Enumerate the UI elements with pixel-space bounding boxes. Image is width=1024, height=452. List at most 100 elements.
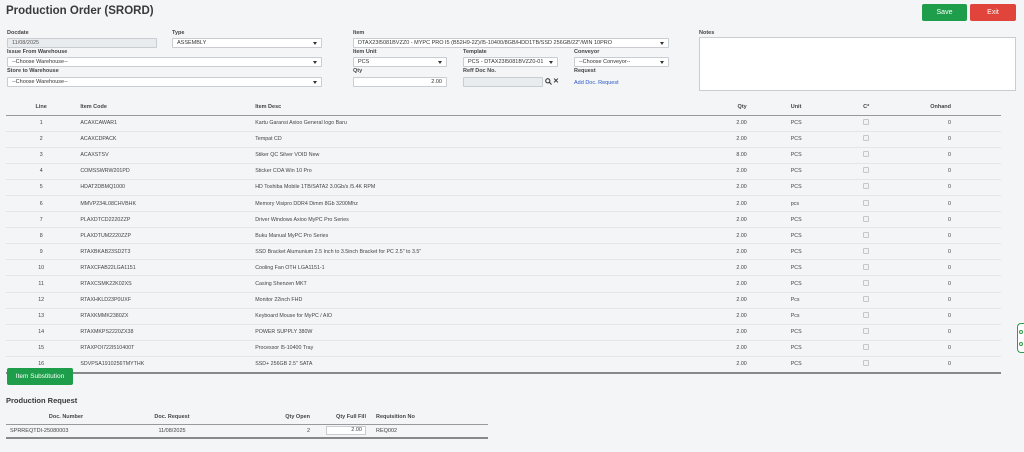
c-cell [843, 292, 902, 309]
dropdown-caret-icon [313, 42, 317, 45]
request-label: Request [574, 68, 596, 74]
item-code-cell: RTAXKMMK2380ZX [76, 308, 252, 325]
side-panel-tab[interactable] [1017, 323, 1024, 353]
exit-button[interactable]: Exit [970, 4, 1016, 21]
onhand-cell: 0 [901, 259, 1001, 277]
qty-input[interactable]: 2.00 [353, 77, 447, 87]
row-checkbox[interactable] [863, 247, 870, 254]
table-row[interactable]: 16 SDVPSA1910256TMYTHK SSD+ 256GB 2.5" SAT… [6, 356, 1001, 374]
table-row[interactable]: 11 RTAXCSMK22K02XS Casing Shenzen MKT 2.00 P… [6, 275, 1001, 293]
col-qty-open: Qty Open [218, 411, 314, 425]
row-checkbox[interactable] [863, 328, 870, 335]
page-title: Production Order (SRORD) [6, 5, 154, 17]
item-desc-cell: Buku Manual MyPC Pro Series [251, 227, 706, 245]
table-row[interactable]: 4 COMSSWRW201PD Sticker COA Win 10 Pro 2.00… [6, 163, 1001, 180]
onhand-cell: 0 [901, 195, 1001, 213]
item-desc-cell: SSD Bracket Alumunium 2.5 Inch to 3.5inc… [251, 243, 706, 261]
items-table-header: Line Item Code Item Desc Qty Unit C* Onh… [6, 100, 1001, 116]
item-desc-cell: Keyboard Mouse for MyPC / AIO [251, 308, 706, 325]
notes-textarea[interactable] [699, 37, 1016, 91]
col-requisition-no: Requisition No [370, 411, 488, 425]
unit-cell: pcs [750, 195, 844, 213]
item-select[interactable]: DTAX23I5081BVZZ0 - MYPC PRO I5 (B52H9-2Z… [353, 38, 669, 48]
table-row[interactable]: 13 RTAXKMMK2380ZX Keyboard Mouse for MyPC … [6, 308, 1001, 325]
conveyor-select[interactable]: --Choose Conveyor-- [574, 57, 669, 67]
template-select[interactable]: PCS - DTAX23I5081BVZZ0-01 [463, 57, 558, 67]
row-checkbox[interactable] [863, 344, 870, 351]
line-cell: 6 [6, 195, 77, 213]
reff-doc-no-input[interactable] [463, 77, 543, 87]
row-checkbox[interactable] [863, 296, 870, 303]
add-doc-request-link[interactable]: Add Doc. Request [574, 80, 619, 86]
row-checkbox[interactable] [863, 135, 870, 142]
items-table: Line Item Code Item Desc Qty Unit C* Onh… [6, 100, 1001, 374]
table-row[interactable]: 1 ACAXCAWAR1 Kartu Garansi Axioo General l… [6, 115, 1001, 132]
side-tab-dot-icon [1019, 342, 1023, 346]
table-row[interactable]: 15 RTAXPOI722I510400T Processor I5-10400 T… [6, 340, 1001, 357]
line-cell: 3 [6, 147, 77, 164]
row-checkbox[interactable] [863, 263, 870, 270]
type-select[interactable]: ASSEMBLY [172, 38, 322, 48]
unit-cell: PCS [750, 179, 844, 196]
production-request-title: Production Request [6, 396, 78, 405]
store-to-warehouse-select[interactable]: --Choose Warehouse-- [7, 77, 322, 87]
issue-from-warehouse-select[interactable]: --Choose Warehouse-- [7, 57, 322, 67]
c-cell [843, 275, 902, 293]
item-desc-cell: Monitor 22inch FHD [251, 292, 706, 309]
onhand-cell: 0 [901, 179, 1001, 196]
clear-icon[interactable]: ✕ [553, 78, 559, 85]
table-row[interactable]: 9 RTAXBKAB23SD2T3 SSD Bracket Alumunium 2.… [6, 243, 1001, 261]
c-cell [843, 195, 902, 213]
unit-cell: PCS [750, 275, 844, 293]
docdate-field[interactable]: 11/08/2025 [7, 38, 157, 48]
qty-cell: 2.00 [705, 275, 751, 293]
line-cell: 8 [6, 227, 77, 245]
production-request-header: Doc. Number Doc. Request Qty Open Qty Fu… [6, 411, 488, 425]
row-checkbox[interactable] [863, 151, 870, 158]
row-checkbox[interactable] [863, 167, 870, 174]
line-cell: 9 [6, 243, 77, 261]
table-row[interactable]: 2 ACAXCDPACK Tempat CD 2.00 PCS 0 [6, 131, 1001, 148]
item-label: Item [353, 30, 365, 36]
table-row[interactable]: 5 HDAT2DBMQ1000 HD Toshiba Mobile 1TB/SATA… [6, 179, 1001, 196]
c-cell [843, 259, 902, 277]
table-row[interactable]: 8 PLAXDTUM2220ZZP Buku Manual MyPC Pro Ser… [6, 227, 1001, 245]
row-checkbox[interactable] [863, 215, 870, 222]
c-cell [843, 131, 902, 148]
save-button[interactable]: Save [922, 4, 967, 21]
item-desc-cell: Tempat CD [251, 131, 706, 148]
search-icon[interactable] [545, 78, 552, 85]
onhand-cell: 0 [901, 275, 1001, 293]
table-row[interactable]: 6 MMVP234L08CHVBHK Memory Visipro DDR4 Dim… [6, 195, 1001, 213]
line-cell: 10 [6, 259, 77, 277]
item-unit-select[interactable]: PCS [353, 57, 447, 67]
qty-cell: 2.00 [705, 308, 751, 325]
table-row[interactable]: 7 PLAXDTCD2220ZZP Driver Windows Axioo MyP… [6, 211, 1001, 229]
unit-cell: PCS [750, 131, 844, 148]
row-checkbox[interactable] [863, 183, 870, 190]
row-checkbox[interactable] [863, 312, 870, 319]
table-row[interactable]: 14 RTAXMKPS2220ZX38 POWER SUPPLY 380W 2.00 P… [6, 324, 1001, 341]
c-cell [843, 324, 902, 341]
table-row[interactable]: 12 RTAXHKLD23P0UXF Monitor 22inch FHD 2.00 P… [6, 292, 1001, 309]
onhand-cell: 0 [901, 340, 1001, 357]
item-value: DTAX23I5081BVZZ0 - MYPC PRO I5 (B52H9-2Z… [358, 40, 613, 46]
onhand-cell: 0 [901, 243, 1001, 261]
item-substitution-button[interactable]: Item Substitution [7, 368, 73, 385]
col-doc-number: Doc. Number [6, 411, 126, 425]
side-tab-dot-icon [1019, 330, 1023, 334]
row-checkbox[interactable] [863, 119, 870, 126]
table-row[interactable]: 3 ACAXSTSV Stiker QC Silver VOID New 8.00 PC… [6, 147, 1001, 164]
qty-full-fill-input[interactable]: 2.00 [326, 426, 366, 436]
production-request-row: SPRREQTDI-25080003 11/08/2025 2 2.00 REQ… [6, 424, 488, 439]
item-code-cell: HDAT2DBMQ1000 [76, 179, 252, 196]
row-checkbox[interactable] [863, 199, 870, 206]
col-line: Line [6, 100, 77, 116]
onhand-cell: 0 [901, 131, 1001, 148]
item-code-cell: RTAXPOI722I510400T [76, 340, 252, 357]
row-checkbox[interactable] [863, 231, 870, 238]
row-checkbox[interactable] [863, 279, 870, 286]
table-row[interactable]: 10 RTAXCFAB22LGA1151 Cooling Fan OTH LGA11… [6, 259, 1001, 277]
row-checkbox[interactable] [863, 360, 870, 367]
qty-value: 2.00 [431, 79, 442, 85]
